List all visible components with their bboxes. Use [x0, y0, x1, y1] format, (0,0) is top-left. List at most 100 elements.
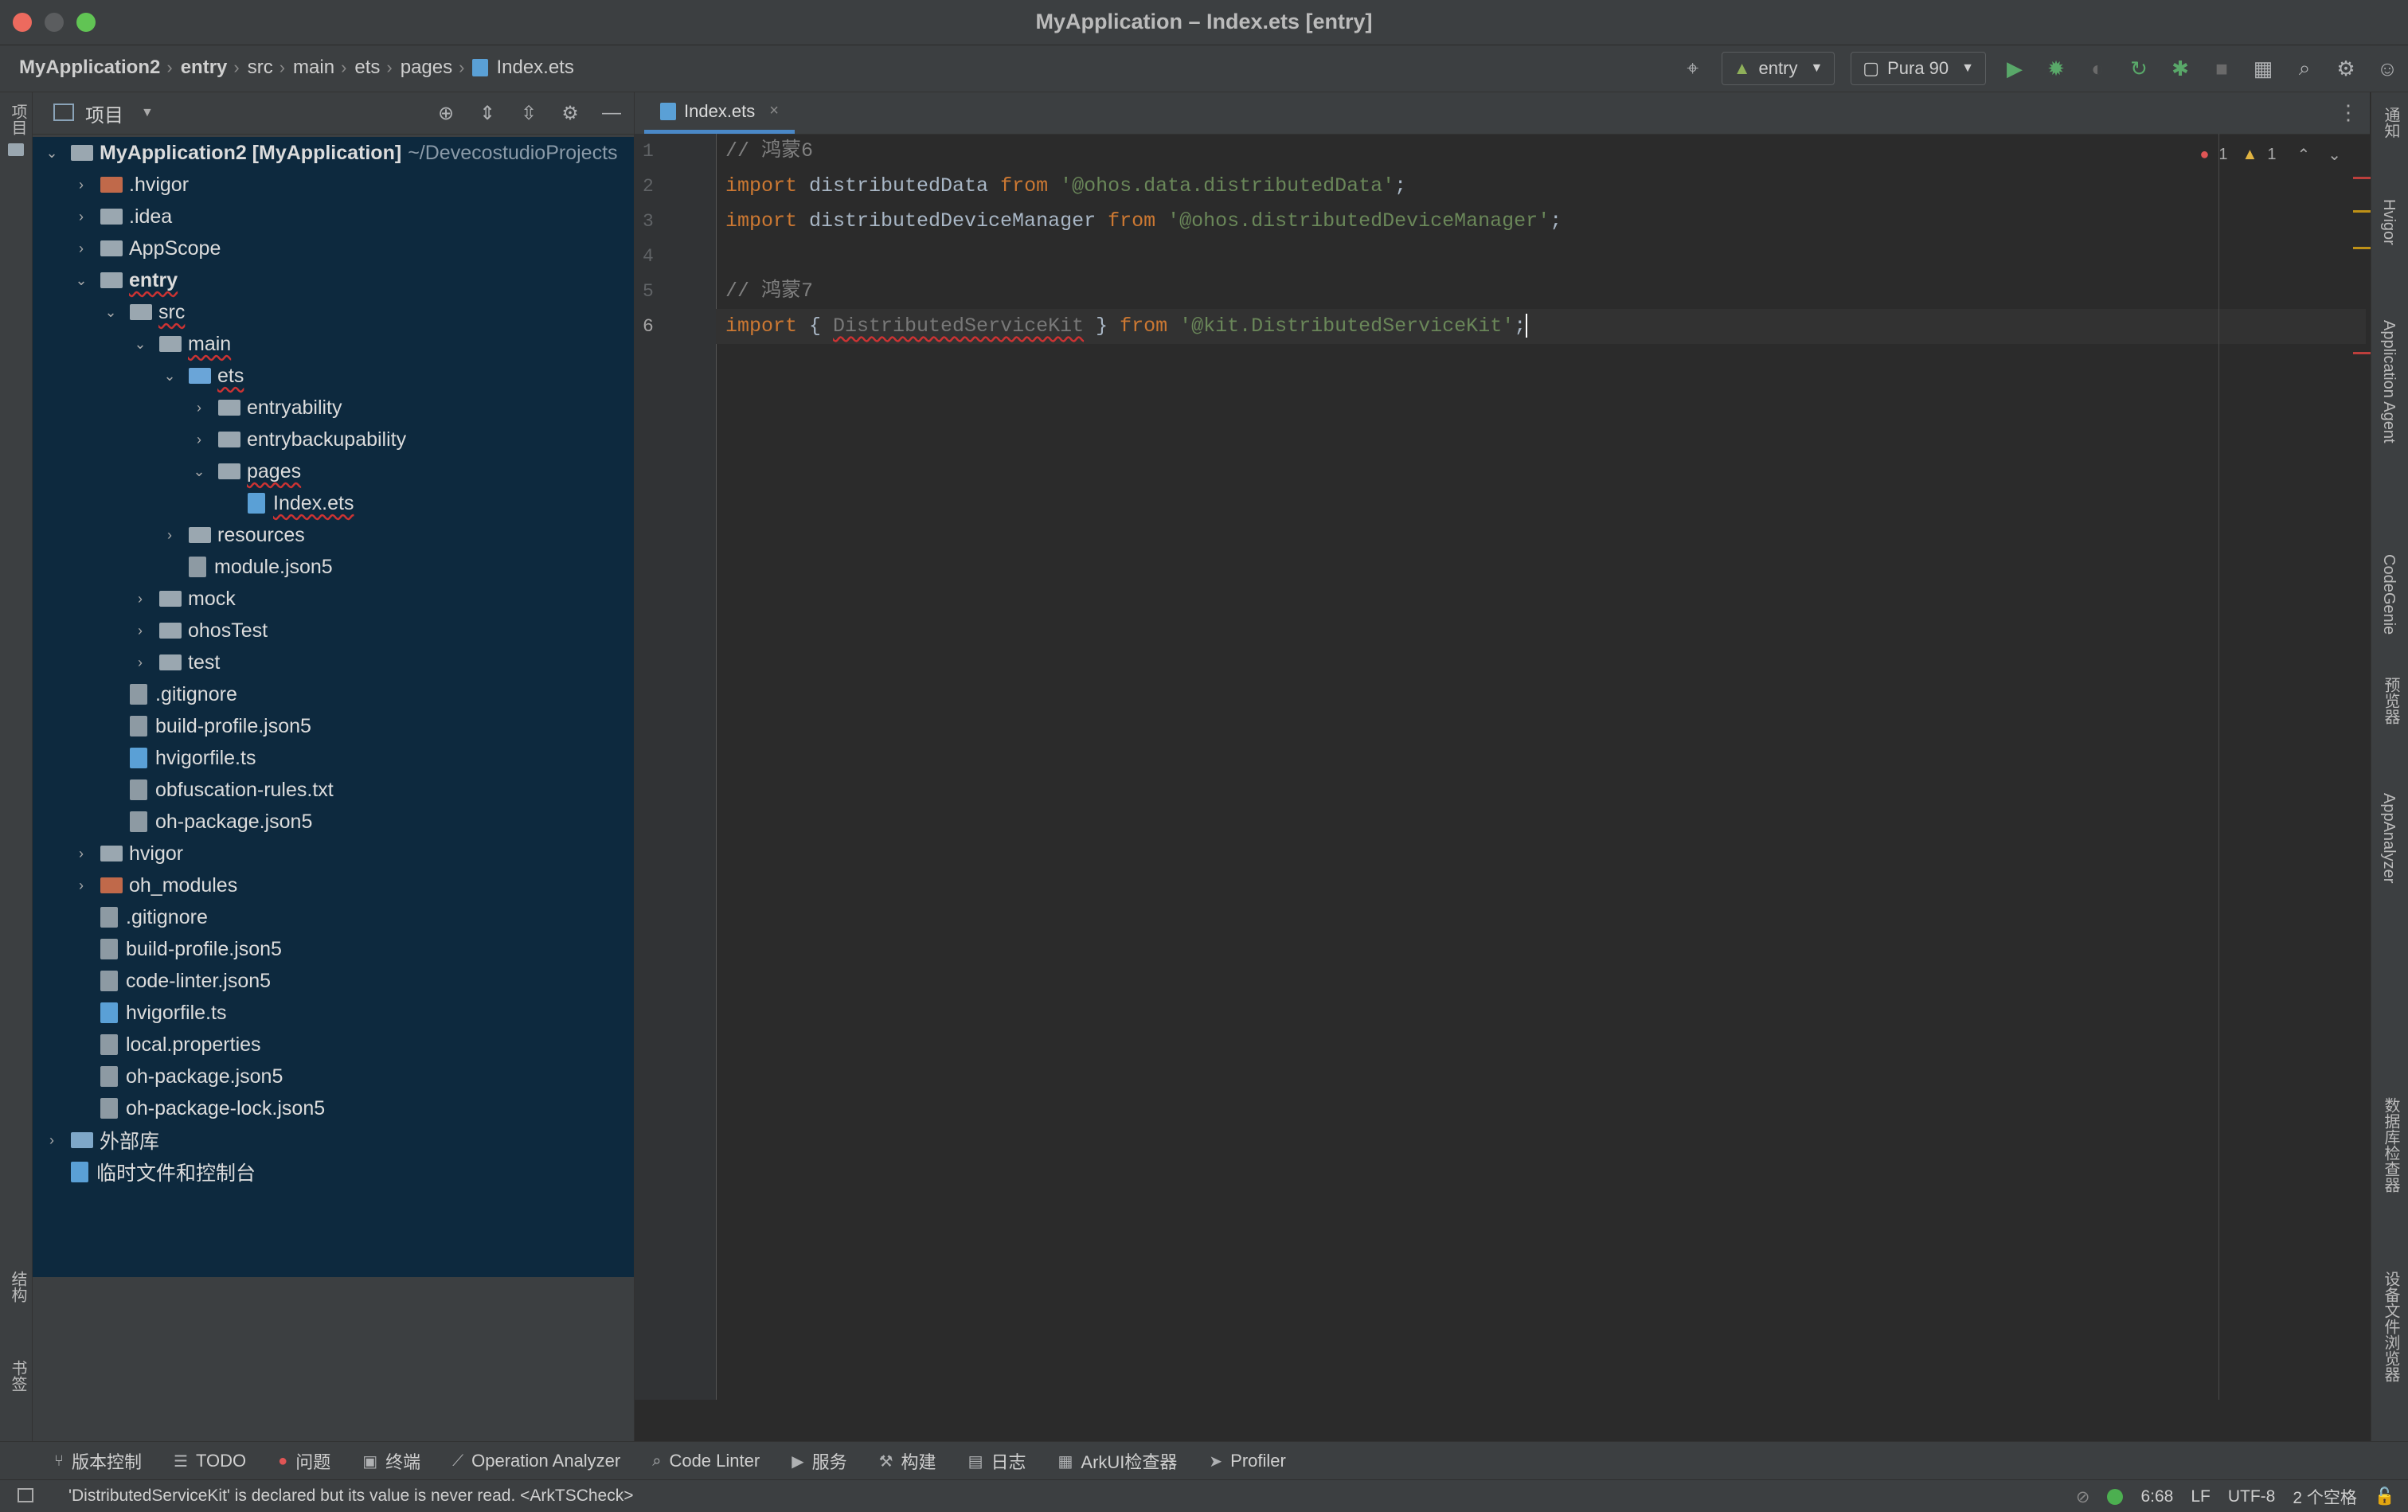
tool-build[interactable]: ⚒ 构建	[879, 1448, 936, 1474]
coverage-icon[interactable]: ◐	[2082, 53, 2113, 84]
chevron-right-icon[interactable]: ›	[191, 432, 207, 448]
code-line[interactable]: import { DistributedServiceKit } from '@…	[716, 309, 2366, 344]
code-line[interactable]: // 鸿蒙6	[725, 134, 2238, 169]
tree-item[interactable]: ⌄ entry	[33, 264, 634, 296]
debug-icon[interactable]: ✹	[2040, 53, 2072, 84]
target-icon[interactable]: ⌖	[1677, 53, 1709, 84]
code-line[interactable]: import distributedDeviceManager from '@o…	[725, 204, 2238, 239]
collapse-all-icon[interactable]: ⇳	[514, 99, 543, 127]
tool-problems[interactable]: ● 问题	[278, 1448, 330, 1474]
device-file-browser-tool-button[interactable]: 设备文件浏览器	[2379, 1271, 2402, 1382]
tree-item[interactable]: hvigorfile.ts	[33, 742, 634, 774]
run-icon[interactable]: ▶	[1999, 53, 2031, 84]
more-options-icon[interactable]: ⋮	[2338, 100, 2359, 125]
tool-version-control[interactable]: ⑂ 版本控制	[54, 1448, 142, 1474]
tree-item[interactable]: module.json5	[33, 551, 634, 583]
expand-all-icon[interactable]: ⇕	[473, 99, 502, 127]
tab-index-ets[interactable]: Index.ets ×	[644, 92, 795, 134]
device-select[interactable]: ▢ Pura 90 ▼	[1851, 52, 1986, 85]
chevron-down-icon[interactable]: ⌄	[103, 304, 119, 321]
hide-icon[interactable]: —	[597, 99, 626, 127]
tree-item[interactable]: build-profile.json5	[33, 710, 634, 742]
breadcrumb-file[interactable]: Index.ets	[496, 57, 573, 79]
code-area[interactable]: // 鸿蒙6 import distributedData from '@ohos…	[716, 134, 2366, 344]
chevron-right-icon[interactable]: ›	[132, 591, 148, 608]
tree-item[interactable]: 临时文件和控制台	[33, 1156, 634, 1188]
search-icon[interactable]: ⌕	[2289, 53, 2320, 84]
tree-item[interactable]: .gitignore	[33, 678, 634, 710]
lock-icon[interactable]: 🔓	[2375, 1487, 2395, 1506]
indent-setting[interactable]: 2 个空格	[2293, 1485, 2357, 1509]
chevron-right-icon[interactable]: ›	[73, 877, 89, 894]
tree-item[interactable]: build-profile.json5	[33, 933, 634, 965]
tree-item[interactable]: ⌄ src	[33, 296, 634, 328]
breadcrumb-main[interactable]: main	[293, 57, 334, 79]
tool-log[interactable]: ▤ 日志	[968, 1448, 1026, 1474]
chevron-down-icon[interactable]: ⌄	[191, 463, 207, 480]
warning-stripe-mark[interactable]	[2353, 247, 2371, 249]
chevron-down-icon[interactable]: ⌄	[162, 368, 178, 385]
tool-profiler[interactable]: ➤ Profiler	[1209, 1451, 1285, 1471]
tool-arkui-inspector[interactable]: ▦ ArkUI检查器	[1057, 1448, 1177, 1474]
inspection-widget[interactable]: ● 1 ▲ 1 ⌃ ⌄	[2190, 145, 2341, 165]
breadcrumb-pages[interactable]: pages	[401, 57, 452, 79]
project-tool-button[interactable]: 项目	[6, 104, 29, 135]
tool-services[interactable]: ▶ 服务	[792, 1448, 846, 1474]
tree-item[interactable]: › .hvigor	[33, 169, 634, 201]
tree-item[interactable]: › mock	[33, 583, 634, 615]
chevron-right-icon[interactable]: ›	[73, 209, 89, 225]
tool-code-linter[interactable]: ⌕ Code Linter	[652, 1451, 760, 1471]
attach-debugger-icon[interactable]: ✱	[2164, 53, 2196, 84]
caret-position[interactable]: 6:68	[2140, 1487, 2173, 1506]
breadcrumb-ets[interactable]: ets	[354, 57, 380, 79]
tree-item[interactable]: › oh_modules	[33, 869, 634, 901]
tool-todo[interactable]: ☰ TODO	[174, 1451, 246, 1471]
apply-changes-icon[interactable]: ↻	[2123, 53, 2155, 84]
breadcrumb-project[interactable]: MyApplication2	[19, 57, 160, 79]
gear-icon[interactable]: ⚙	[556, 99, 584, 127]
breadcrumb-entry[interactable]: entry	[181, 57, 228, 79]
bookmarks-tool-button[interactable]: 书签	[6, 1360, 29, 1392]
chevron-down-icon[interactable]: ⌄	[44, 145, 60, 162]
chevron-right-icon[interactable]: ›	[44, 1132, 60, 1149]
notifications-tool-button[interactable]: 通知	[2379, 107, 2402, 139]
tree-item[interactable]: oh-package-lock.json5	[33, 1092, 634, 1124]
tool-terminal[interactable]: ▣ 终端	[362, 1448, 420, 1474]
tree-item[interactable]: › entrybackupability	[33, 424, 634, 455]
gear-icon[interactable]: ⚙	[2330, 53, 2362, 84]
locate-icon[interactable]: ⊕	[432, 99, 460, 127]
tree-item[interactable]: ⌄ pages	[33, 455, 634, 487]
chevron-right-icon[interactable]: ›	[73, 846, 89, 862]
codegenie-tool-button[interactable]: CodeGenie	[2379, 554, 2398, 635]
tree-item[interactable]: ⌄ MyApplication2 [MyApplication] ~/Devecos…	[33, 137, 634, 169]
tree-item[interactable]: › ohosTest	[33, 615, 634, 647]
module-select[interactable]: ▲ entry ▼	[1721, 52, 1835, 85]
tool-operation-analyzer[interactable]: ⟋ Operation Analyzer	[452, 1451, 620, 1471]
chevron-right-icon[interactable]: ›	[73, 177, 89, 193]
tree-item[interactable]: obfuscation-rules.txt	[33, 774, 634, 806]
status-ok-icon[interactable]	[2107, 1489, 2124, 1505]
error-stripe-mark[interactable]	[2353, 177, 2371, 179]
tree-item[interactable]: Index.ets	[33, 487, 634, 519]
database-inspector-tool-button[interactable]: 数据库检查器	[2379, 1097, 2402, 1193]
previewer-tool-button[interactable]: 预览器	[2379, 677, 2402, 725]
hvigor-tool-button[interactable]: Hvigor	[2379, 199, 2398, 245]
structure-tool-button[interactable]: 结构	[6, 1271, 29, 1303]
chevron-right-icon[interactable]: ›	[73, 240, 89, 257]
tree-item[interactable]: oh-package.json5	[33, 806, 634, 838]
tree-item[interactable]: › resources	[33, 519, 634, 551]
chevron-down-icon[interactable]: ⌄	[132, 336, 148, 353]
tree-item[interactable]: › hvigor	[33, 838, 634, 869]
account-icon[interactable]: ☺	[2371, 53, 2403, 84]
toggle-tool-windows-icon[interactable]	[18, 1488, 33, 1502]
tree-item[interactable]: › entryability	[33, 392, 634, 424]
code-line[interactable]	[725, 239, 2238, 274]
tree-item[interactable]: ⌄ ets	[33, 360, 634, 392]
code-line[interactable]: import distributedData from '@ohos.data.…	[725, 169, 2238, 204]
line-separator[interactable]: LF	[2191, 1487, 2211, 1506]
chevron-down-icon[interactable]: ⌄	[2328, 145, 2341, 165]
tree-item[interactable]: › 外部库	[33, 1124, 634, 1156]
chevron-right-icon[interactable]: ›	[132, 654, 148, 671]
tree-item[interactable]: ⌄ main	[33, 328, 634, 360]
breadcrumb-src[interactable]: src	[248, 57, 273, 79]
